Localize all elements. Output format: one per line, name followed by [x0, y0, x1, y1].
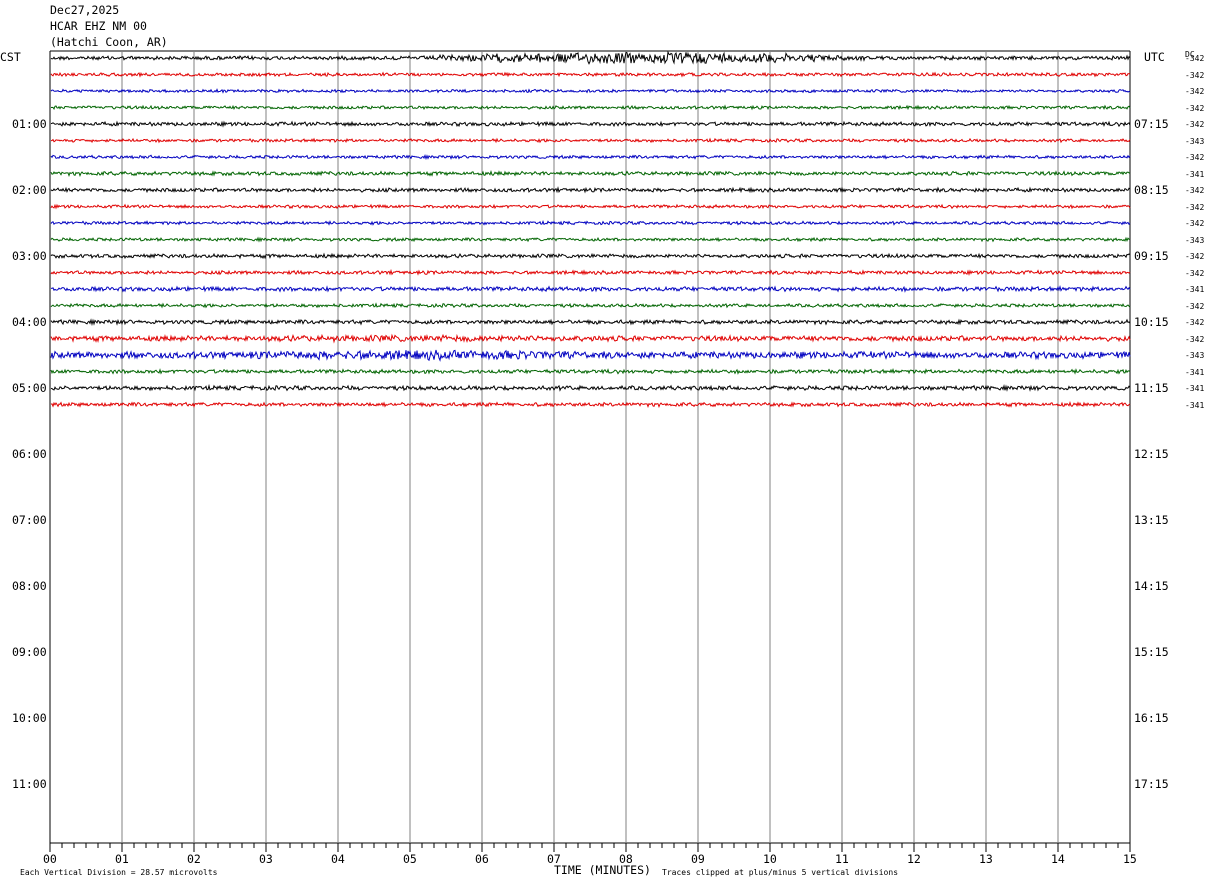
x-tick-label: 12	[907, 852, 921, 866]
right-hour-label: 15:15	[1134, 645, 1169, 659]
right-hour-label: 13:15	[1134, 513, 1169, 527]
dc-offset-label: -342	[1185, 87, 1205, 96]
dc-offset-label: -342	[1185, 301, 1205, 311]
seismic-trace	[50, 285, 1131, 293]
dc-offset-label: -343	[1185, 235, 1205, 245]
left-hour-label: 04:00	[12, 315, 47, 329]
vertical-division-note: Each Vertical Division = 28.57 microvolt…	[20, 868, 218, 877]
x-tick-label: 11	[835, 852, 849, 866]
x-tick-label: 09	[691, 852, 705, 866]
x-tick-label: 15	[1123, 852, 1137, 866]
dc-offset-label: -341	[1185, 285, 1205, 294]
chart-grid	[49, 50, 1131, 844]
seismic-trace	[50, 169, 1131, 177]
seismic-trace	[50, 219, 1131, 226]
right-hour-label: 16:15	[1134, 711, 1169, 725]
x-tick-label: 10	[763, 852, 777, 866]
dc-offset-label: -341	[1185, 384, 1205, 393]
seismic-trace	[50, 349, 1131, 362]
seismic-trace	[50, 120, 1131, 128]
left-hour-label: 10:00	[12, 711, 47, 725]
dc-offset-label: -341	[1185, 169, 1205, 179]
seismic-trace	[50, 137, 1131, 144]
left-hour-label: 09:00	[12, 645, 47, 659]
seismic-trace	[50, 400, 1131, 408]
x-tick-label: 03	[259, 852, 273, 866]
chart-traces	[50, 50, 1131, 408]
x-tick-label: 06	[475, 852, 489, 866]
left-hour-label: 01:00	[12, 117, 47, 131]
seismic-trace	[50, 302, 1131, 309]
dc-offset-label: -342	[1185, 334, 1205, 344]
seismic-trace	[50, 383, 1131, 392]
seismic-trace	[50, 268, 1131, 277]
right-hour-label: 12:15	[1134, 447, 1169, 461]
right-hour-label: 10:15	[1134, 315, 1169, 329]
seismogram-chart	[49, 50, 1131, 852]
right-hour-label: 09:15	[1134, 249, 1169, 263]
seismic-trace	[50, 318, 1131, 327]
x-tick-label: 00	[43, 852, 57, 866]
right-hour-label: 07:15	[1134, 117, 1169, 131]
left-hour-label: 03:00	[12, 249, 47, 263]
seismic-trace	[50, 186, 1131, 194]
dc-offset-label: -343	[1185, 351, 1205, 360]
left-hour-label: 05:00	[12, 381, 47, 395]
seismic-trace	[50, 333, 1131, 344]
seismic-trace	[50, 88, 1131, 94]
x-tick-label: 05	[403, 852, 417, 866]
x-tick-label: 02	[187, 852, 201, 866]
x-axis-title: TIME (MINUTES)	[554, 863, 651, 877]
dc-offset-label: -342	[1185, 219, 1205, 228]
dc-offset-label: -342	[1185, 202, 1205, 212]
dc-offset-label: -342	[1185, 268, 1205, 278]
seismic-trace	[50, 71, 1131, 78]
left-hour-label: 07:00	[12, 513, 47, 527]
right-hour-label: 17:15	[1134, 777, 1169, 791]
dc-offset-label: -342	[1185, 120, 1205, 129]
x-tick-label: 13	[979, 852, 993, 866]
dc-offset-label: -342	[1185, 186, 1205, 195]
seismic-trace	[50, 203, 1131, 210]
dc-offset-label: -342	[1185, 252, 1205, 261]
dc-offset-label: -342	[1185, 153, 1205, 162]
seismic-trace	[50, 368, 1131, 375]
seismic-trace	[50, 104, 1131, 111]
dc-offset-label: -342	[1185, 103, 1205, 113]
dc-offset-label: -342	[1185, 70, 1205, 80]
right-hour-label: 14:15	[1134, 579, 1169, 593]
seismic-trace	[50, 154, 1131, 161]
left-hour-label: 02:00	[12, 183, 47, 197]
x-tick-label: 04	[331, 852, 345, 866]
dc-offset-label: -342	[1185, 54, 1205, 63]
seismic-trace	[50, 50, 1131, 65]
x-tick-label: 14	[1051, 852, 1065, 866]
chart-x-ticks	[49, 843, 1131, 852]
dc-offset-label: -341	[1185, 367, 1205, 377]
seismic-trace	[50, 236, 1131, 243]
left-hour-label: 08:00	[12, 579, 47, 593]
seismic-trace	[50, 252, 1131, 260]
left-hour-label: 11:00	[12, 777, 47, 791]
dc-offset-label: -343	[1185, 136, 1205, 146]
clipping-note: Traces clipped at plus/minus 5 vertical …	[662, 868, 899, 877]
dc-offset-label: -341	[1185, 400, 1205, 410]
right-hour-label: 11:15	[1134, 381, 1169, 395]
left-hour-label: 06:00	[12, 447, 47, 461]
x-tick-label: 01	[115, 852, 129, 866]
dc-offset-label: -342	[1185, 318, 1205, 327]
right-hour-label: 08:15	[1134, 183, 1169, 197]
